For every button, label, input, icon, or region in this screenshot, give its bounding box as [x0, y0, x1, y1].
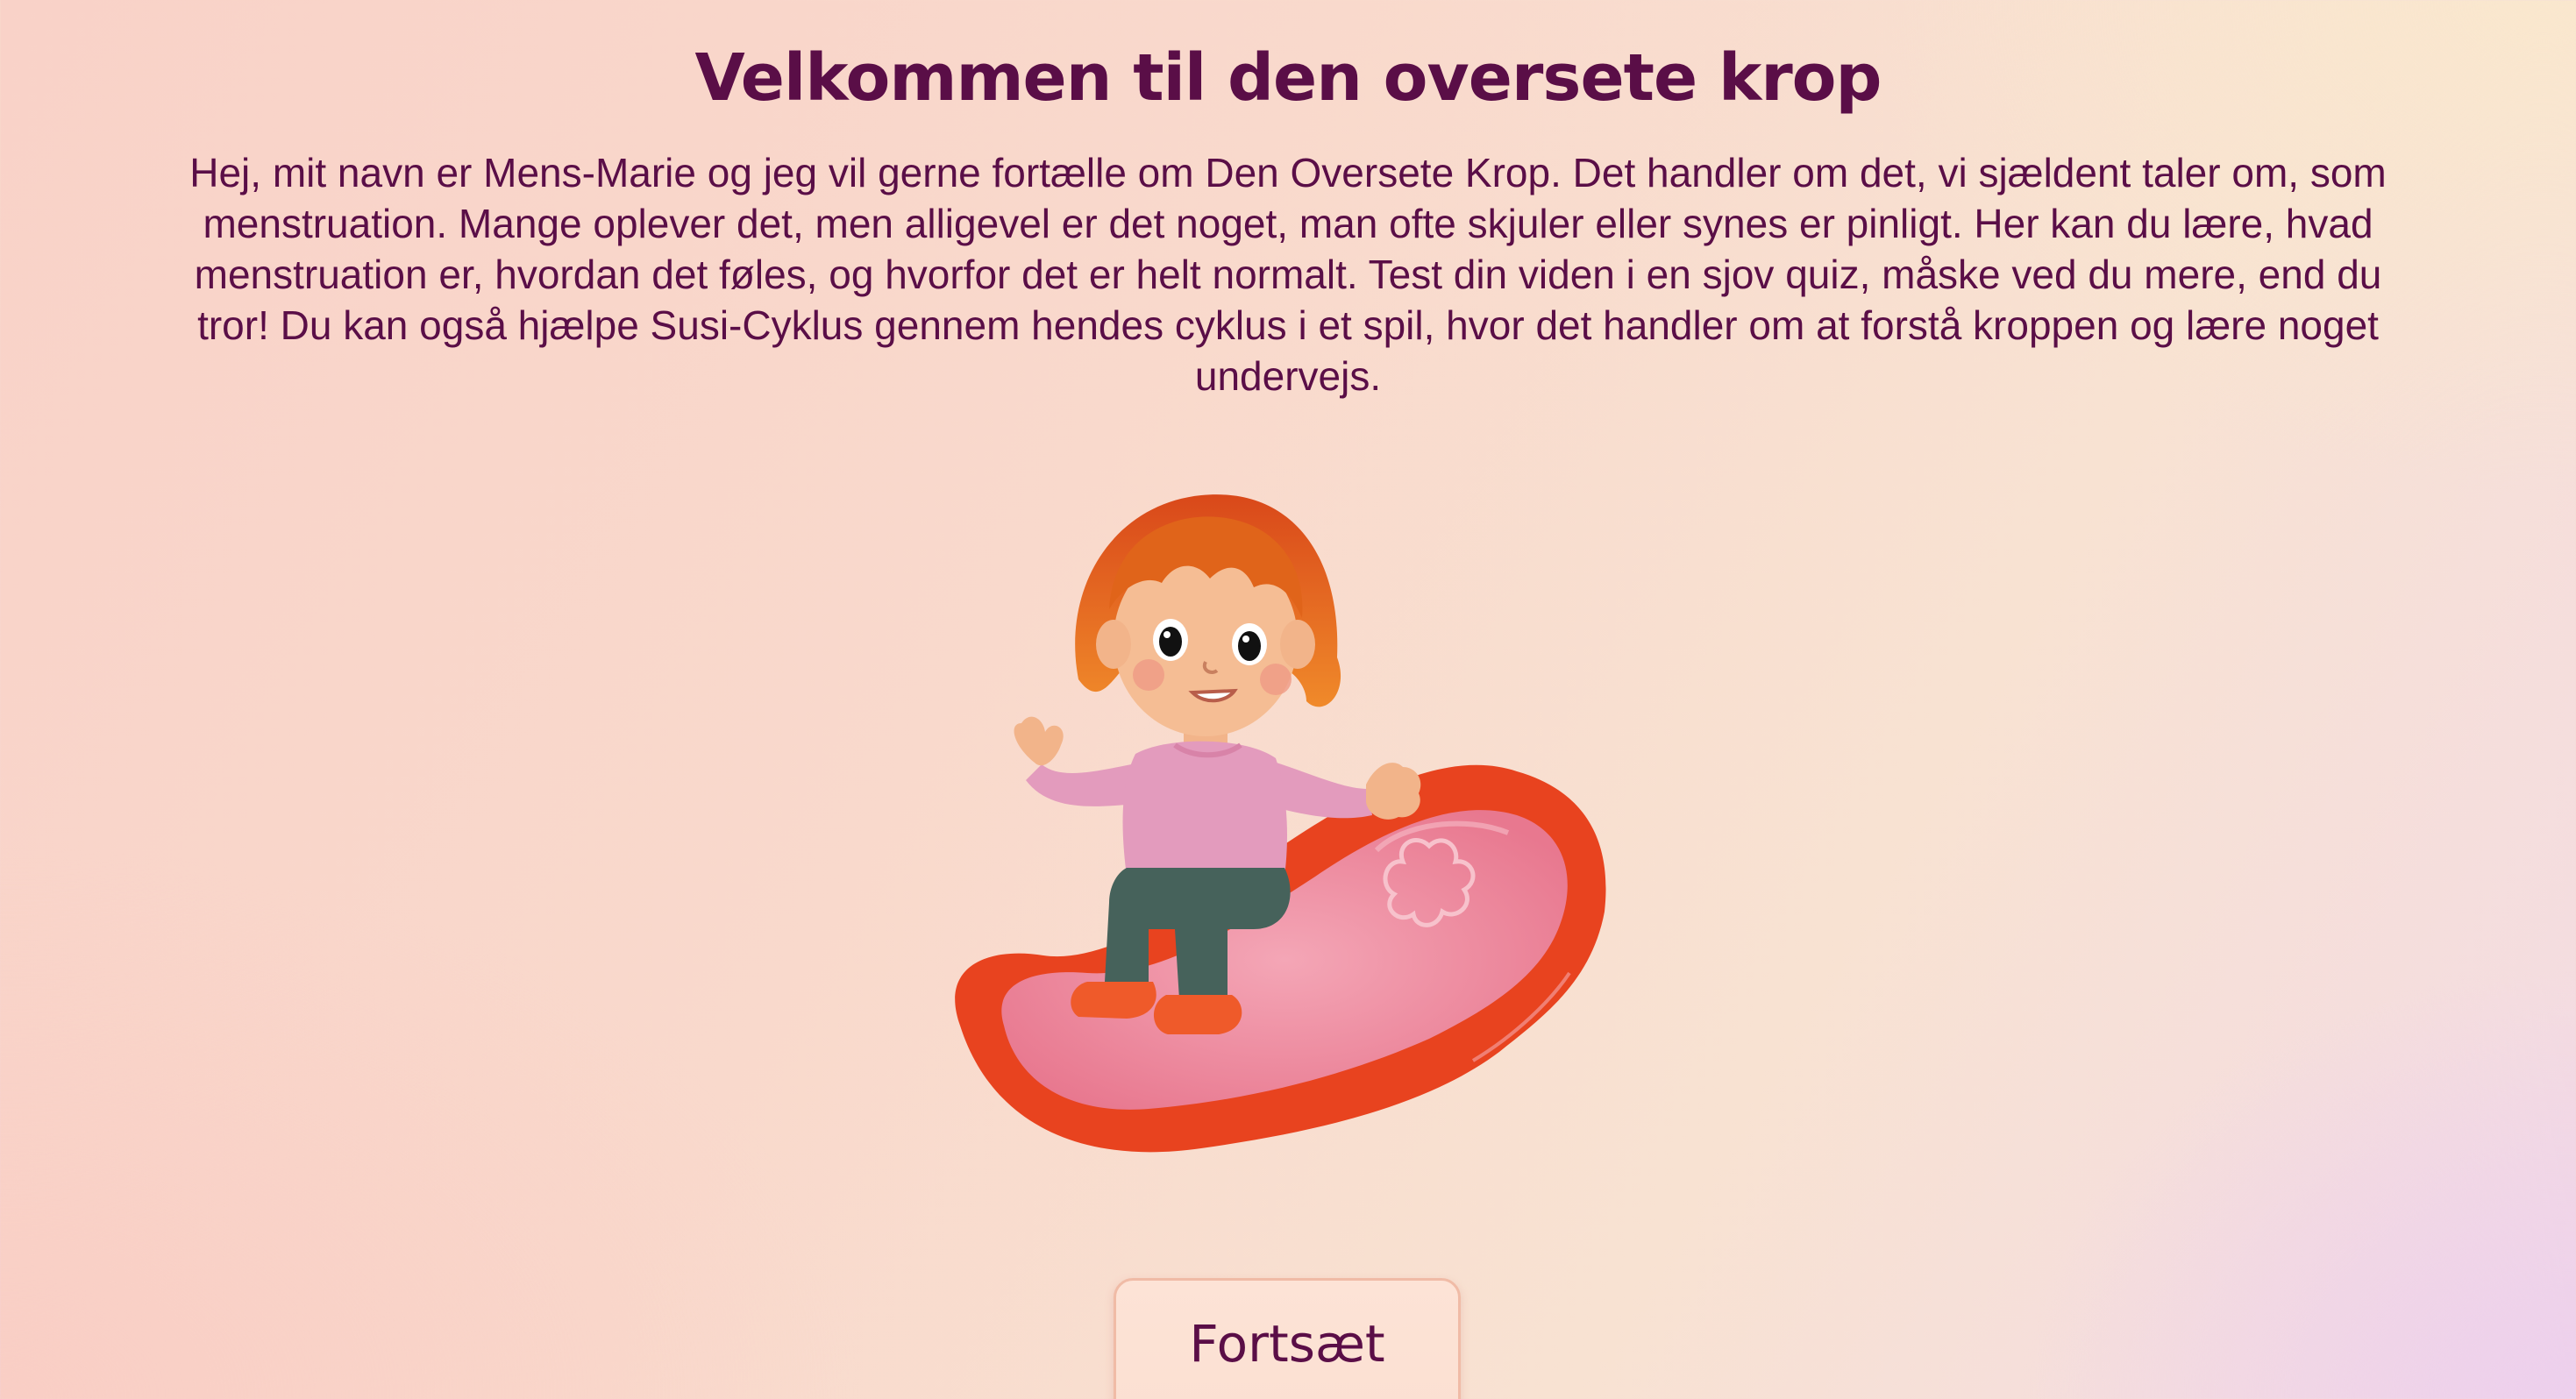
continue-button[interactable]: Fortsæt: [1114, 1278, 1461, 1399]
mens-marie-illustration: [955, 494, 1606, 1153]
intro-text: Hej, mit navn er Mens-Marie og jeg vil g…: [189, 150, 2387, 399]
page-title: Velkommen til den oversete krop: [694, 40, 1882, 116]
